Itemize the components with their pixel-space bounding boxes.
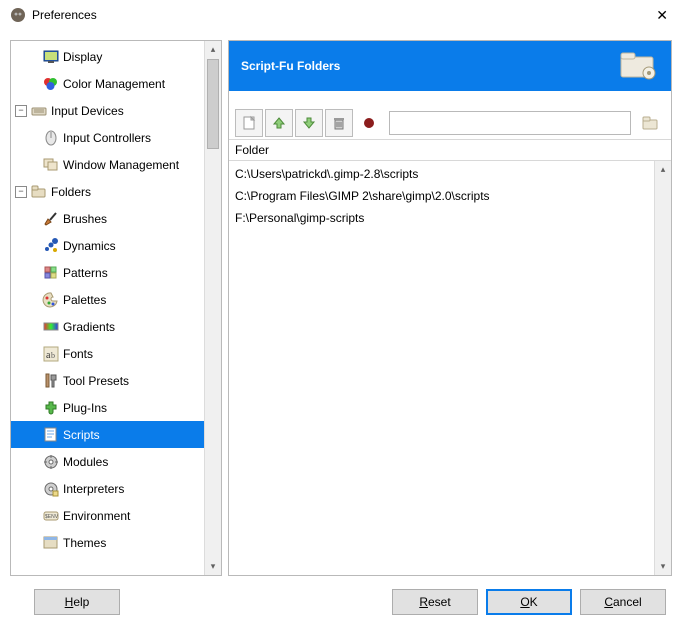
tree-item-label: Tool Presets [61, 374, 129, 388]
browse-button[interactable] [637, 109, 665, 137]
tree-item-label: Patterns [61, 266, 108, 280]
tree-item-dynamics[interactable]: Dynamics [11, 232, 204, 259]
new-entry-button[interactable] [235, 109, 263, 137]
interp-icon [41, 480, 61, 498]
folder-column-header[interactable]: Folder [229, 139, 671, 161]
tree-item-label: Fonts [61, 347, 93, 361]
tree-item-modules[interactable]: Modules [11, 448, 204, 475]
modules-icon [41, 453, 61, 471]
tree-item-label: Scripts [61, 428, 100, 442]
scroll-down-icon[interactable]: ▾ [655, 558, 671, 575]
ok-button[interactable]: OK [486, 589, 572, 615]
svg-text:b: b [51, 351, 55, 360]
dialog-buttons: Help Reset OK Cancel [0, 576, 680, 628]
tree-item-label: Themes [61, 536, 106, 550]
plugins-icon [41, 399, 61, 417]
collapse-icon[interactable]: − [15, 105, 27, 117]
display-icon [41, 48, 61, 66]
folder-gear-icon [619, 49, 659, 83]
tree-item-label: Folders [49, 185, 91, 199]
tree-item-label: Display [61, 50, 102, 64]
tree-item-label: Dynamics [61, 239, 116, 253]
tree-item-colormgmt[interactable]: Color Management [11, 70, 204, 97]
tree-item-folders[interactable]: − Folders [11, 178, 204, 205]
move-up-button[interactable] [265, 109, 293, 137]
list-scrollbar[interactable]: ▴ ▾ [654, 161, 671, 575]
patterns-icon [41, 264, 61, 282]
tree-item-label: Environment [61, 509, 130, 523]
inputctrl-icon [41, 129, 61, 147]
record-indicator-icon [355, 109, 383, 137]
svg-text:$ENV: $ENV [45, 514, 59, 520]
panel-title: Script-Fu Folders [241, 59, 340, 73]
delete-entry-button[interactable] [325, 109, 353, 137]
tree-item-scripts[interactable]: Scripts [11, 421, 204, 448]
panel-banner: Script-Fu Folders [229, 41, 671, 91]
tree-item-label: Plug-Ins [61, 401, 107, 415]
tree-item-inputdev[interactable]: − Input Devices [11, 97, 204, 124]
tree-item-label: Palettes [61, 293, 106, 307]
tree-item-label: Modules [61, 455, 108, 469]
tree-item-interp[interactable]: Interpreters [11, 475, 204, 502]
move-down-button[interactable] [295, 109, 323, 137]
app-icon [10, 7, 26, 23]
env-icon: $ENV [41, 507, 61, 525]
close-icon[interactable]: ✕ [632, 7, 672, 24]
colormgmt-icon [41, 75, 61, 93]
scroll-up-icon[interactable]: ▴ [205, 41, 221, 58]
tree-item-fonts[interactable]: abFonts [11, 340, 204, 367]
windowmgmt-icon [41, 156, 61, 174]
toolpresets-icon [41, 372, 61, 390]
tree-item-themes[interactable]: Themes [11, 529, 204, 556]
palettes-icon [41, 291, 61, 309]
tree-item-label: Color Management [61, 77, 165, 91]
tree-item-label: Brushes [61, 212, 107, 226]
folder-row[interactable]: F:\Personal\gimp-scripts [235, 207, 648, 229]
tree-scrollbar[interactable]: ▴ ▾ [204, 41, 221, 575]
scrollbar-thumb[interactable] [207, 59, 219, 149]
tree-item-plugins[interactable]: Plug-Ins [11, 394, 204, 421]
folder-toolbar [229, 107, 671, 139]
tree-item-toolpresets[interactable]: Tool Presets [11, 367, 204, 394]
titlebar: Preferences ✕ [0, 0, 680, 30]
tree-item-windowmgmt[interactable]: Window Management [11, 151, 204, 178]
brushes-icon [41, 210, 61, 228]
tree-item-palettes[interactable]: Palettes [11, 286, 204, 313]
folder-path-input[interactable] [389, 111, 631, 135]
folder-row[interactable]: C:\Program Files\GIMP 2\share\gimp\2.0\s… [235, 185, 648, 207]
workarea: Display Color Management − Input Devices Inp… [0, 30, 680, 576]
scripts-icon [41, 426, 61, 444]
themes-icon [41, 534, 61, 552]
tree-item-patterns[interactable]: Patterns [11, 259, 204, 286]
tree-item-label: Input Devices [49, 104, 124, 118]
collapse-icon[interactable]: − [15, 186, 27, 198]
tree-item-label: Window Management [61, 158, 179, 172]
gradients-icon [41, 318, 61, 336]
fonts-icon: ab [41, 345, 61, 363]
scroll-down-icon[interactable]: ▾ [205, 558, 221, 575]
window-title: Preferences [32, 8, 632, 22]
tree-item-label: Interpreters [61, 482, 124, 496]
tree-item-display[interactable]: Display [11, 43, 204, 70]
folder-list: C:\Users\patrickd\.gimp-2.8\scriptsC:\Pr… [229, 161, 671, 575]
dynamics-icon [41, 237, 61, 255]
cancel-button[interactable]: Cancel [580, 589, 666, 615]
detail-panel: Script-Fu Folders [228, 40, 672, 576]
preferences-tree: Display Color Management − Input Devices Inp… [10, 40, 222, 576]
tree-item-gradients[interactable]: Gradients [11, 313, 204, 340]
folders-icon [29, 183, 49, 201]
inputdev-icon [29, 102, 49, 120]
reset-button[interactable]: Reset [392, 589, 478, 615]
tree-item-brushes[interactable]: Brushes [11, 205, 204, 232]
help-button[interactable]: Help [34, 589, 120, 615]
folder-row[interactable]: C:\Users\patrickd\.gimp-2.8\scripts [235, 163, 648, 185]
tree-item-env[interactable]: $ENVEnvironment [11, 502, 204, 529]
tree-item-label: Input Controllers [61, 131, 151, 145]
tree-item-inputctrl[interactable]: Input Controllers [11, 124, 204, 151]
tree-item-label: Gradients [61, 320, 115, 334]
scroll-up-icon[interactable]: ▴ [655, 161, 671, 178]
